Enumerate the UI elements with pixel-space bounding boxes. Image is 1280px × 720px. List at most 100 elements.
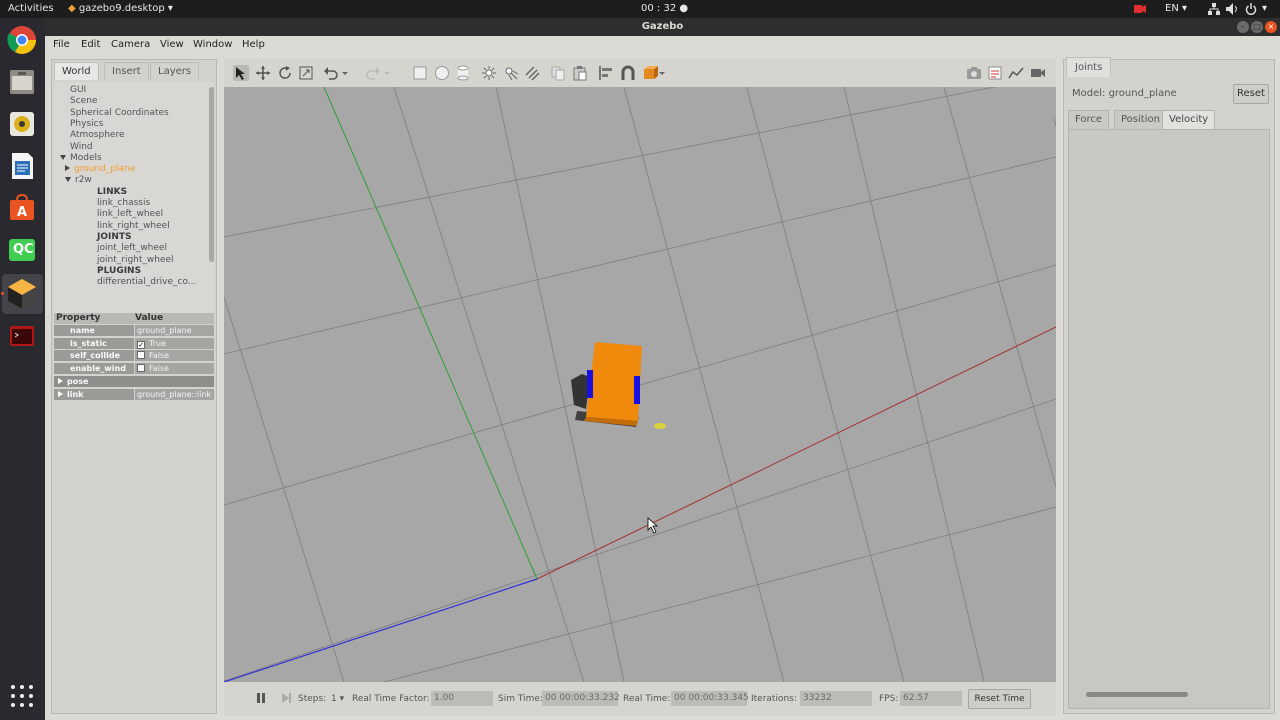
expand-down-icon[interactable]	[65, 177, 71, 183]
redo-history-icon[interactable]	[383, 65, 391, 81]
horizontal-scrollbar[interactable]	[1086, 692, 1188, 697]
qtcreator-icon[interactable]: QC	[6, 234, 38, 266]
menu-view[interactable]: View	[160, 39, 184, 50]
show-applications-icon[interactable]	[6, 680, 38, 712]
property-row[interactable]: enable_wind False	[54, 363, 214, 374]
menu-window[interactable]: Window	[193, 39, 232, 50]
redo-icon[interactable]	[365, 65, 381, 81]
cylinder-shape-icon[interactable]	[455, 65, 471, 81]
property-checkbox[interactable]: ✓	[137, 341, 145, 349]
menu-file[interactable]: File	[53, 39, 70, 50]
robot-model[interactable]	[571, 342, 666, 429]
expand-down-icon[interactable]	[60, 154, 66, 160]
tree-item[interactable]: link_left_wheel	[97, 209, 163, 220]
window-titlebar[interactable]: Gazebo – □ ×	[45, 18, 1280, 36]
tab-world[interactable]: World	[54, 62, 99, 80]
select-mode-icon[interactable]	[233, 65, 249, 81]
rhythmbox-icon[interactable]	[6, 108, 38, 140]
reset-button[interactable]: Reset	[1233, 84, 1269, 104]
tree-item[interactable]: PLUGINS	[97, 266, 141, 277]
minimize-button[interactable]: –	[1237, 21, 1249, 33]
translate-mode-icon[interactable]	[255, 65, 271, 81]
expand-right-icon[interactable]	[58, 378, 63, 384]
expand-right-icon[interactable]	[58, 391, 63, 397]
app-menu[interactable]: ◆ gazebo9.desktop ▾	[68, 3, 173, 14]
tree-item[interactable]: Wind	[70, 142, 93, 153]
power-menu-arrow-icon[interactable]: ▾	[1262, 3, 1267, 14]
tab-force[interactable]: Force	[1068, 110, 1110, 129]
screen-record-icon[interactable]	[1134, 3, 1146, 15]
tree-item[interactable]: Scene	[70, 96, 97, 107]
rotate-mode-icon[interactable]	[277, 65, 293, 81]
copy-icon[interactable]	[550, 65, 566, 81]
spot-light-icon[interactable]	[503, 65, 519, 81]
property-row[interactable]: link ground_plane::link	[54, 389, 214, 400]
directional-light-icon[interactable]	[524, 65, 540, 81]
tree-item[interactable]: Physics	[70, 119, 103, 130]
menu-camera[interactable]: Camera	[111, 39, 150, 50]
activities-button[interactable]: Activities	[8, 3, 54, 14]
plot-icon[interactable]	[1008, 65, 1024, 81]
tree-item[interactable]: joint_left_wheel	[97, 243, 167, 254]
step-button[interactable]	[280, 692, 292, 704]
power-icon[interactable]	[1245, 3, 1257, 15]
network-icon[interactable]	[1208, 3, 1220, 15]
tab-joints[interactable]: Joints	[1066, 57, 1112, 77]
tree-item[interactable]: link_chassis	[97, 198, 150, 209]
undo-history-icon[interactable]	[341, 65, 349, 81]
software-center-icon[interactable]: A	[6, 192, 38, 224]
tree-item[interactable]: r2w	[65, 175, 92, 186]
scale-mode-icon[interactable]	[298, 65, 314, 81]
property-value[interactable]: ground_plane::link	[135, 389, 214, 400]
reset-time-button[interactable]: Reset Time	[968, 689, 1031, 709]
tree-item[interactable]: differential_drive_co...	[97, 277, 196, 288]
tree-item[interactable]: joint_right_wheel	[97, 255, 174, 266]
point-light-icon[interactable]	[481, 65, 497, 81]
sphere-shape-icon[interactable]	[434, 65, 450, 81]
property-checkbox[interactable]	[137, 351, 145, 359]
pause-button[interactable]	[256, 692, 266, 704]
steps-select[interactable]: 1 ▾	[331, 694, 344, 704]
property-row[interactable]: self_collide False	[54, 350, 214, 361]
tree-item[interactable]: JOINTS	[97, 232, 132, 243]
paste-icon[interactable]	[572, 65, 588, 81]
tab-position[interactable]: Position	[1114, 110, 1167, 129]
record-video-icon[interactable]	[1030, 65, 1046, 81]
tree-item[interactable]: Models	[60, 153, 102, 164]
tab-velocity[interactable]: Velocity	[1162, 110, 1216, 129]
property-row[interactable]: is_static ✓ True	[54, 338, 214, 349]
close-button[interactable]: ×	[1265, 21, 1277, 33]
undo-icon[interactable]	[323, 65, 339, 81]
expand-right-icon[interactable]	[65, 165, 70, 172]
tree-item[interactable]: GUI	[70, 85, 86, 96]
tree-scrollbar[interactable]	[209, 87, 214, 262]
3d-scene[interactable]	[224, 87, 1056, 682]
menu-edit[interactable]: Edit	[81, 39, 100, 50]
box-shape-icon[interactable]	[412, 65, 428, 81]
language-indicator[interactable]: EN ▾	[1165, 3, 1187, 14]
tree-item[interactable]: link_right_wheel	[97, 221, 170, 232]
maximize-button[interactable]: □	[1251, 21, 1263, 33]
property-value[interactable]: ground_plane	[135, 325, 214, 336]
change-view-angle-icon[interactable]	[642, 65, 658, 81]
view-angle-dropdown-icon[interactable]	[658, 65, 666, 81]
files-icon[interactable]	[6, 66, 38, 98]
menu-help[interactable]: Help	[242, 39, 265, 50]
tab-insert[interactable]: Insert	[104, 62, 149, 80]
tree-item[interactable]: LINKS	[97, 187, 127, 198]
property-row[interactable]: pose	[54, 376, 214, 387]
align-icon[interactable]	[598, 65, 614, 81]
libreoffice-writer-icon[interactable]	[6, 150, 38, 182]
tree-item[interactable]: ground_plane	[65, 164, 135, 175]
clock[interactable]: 00 : 32 ●	[641, 3, 688, 14]
screenshot-icon[interactable]	[966, 65, 982, 81]
property-checkbox[interactable]	[137, 364, 145, 372]
log-data-icon[interactable]	[987, 65, 1003, 81]
volume-icon[interactable]	[1226, 3, 1238, 15]
tree-item[interactable]: Spherical Coordinates	[70, 108, 169, 119]
tab-layers[interactable]: Layers	[150, 62, 200, 80]
property-row[interactable]: name ground_plane	[54, 325, 214, 336]
snap-icon[interactable]	[620, 65, 636, 81]
gazebo-icon[interactable]	[2, 274, 43, 314]
chrome-icon[interactable]	[6, 24, 38, 56]
